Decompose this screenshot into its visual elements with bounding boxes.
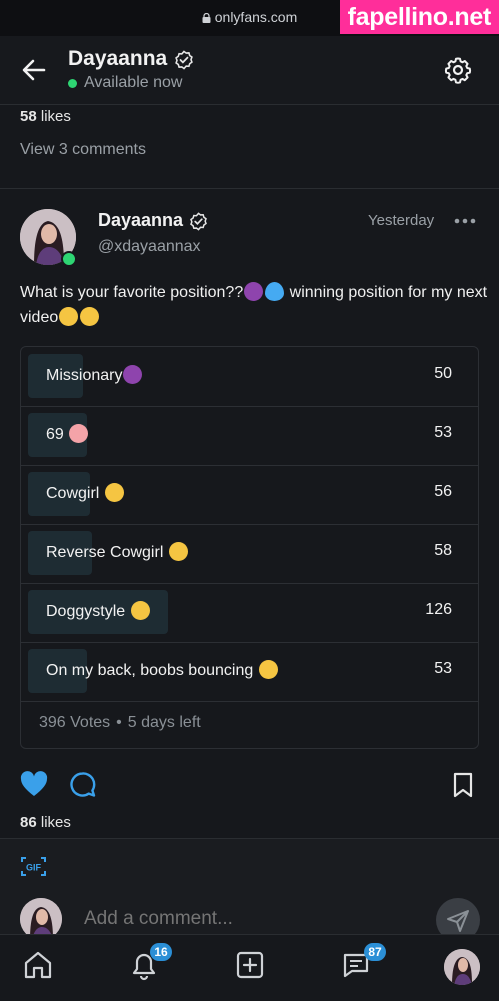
yum-emoji-icon — [59, 307, 79, 326]
post-timestamp: Yesterday — [368, 212, 435, 229]
post-author-name[interactable]: Dayaanna — [98, 210, 183, 231]
back-arrow-icon[interactable] — [20, 56, 48, 84]
post-text: What is your favorite position?? winning… — [20, 280, 490, 330]
post-likes: 86 likes — [20, 814, 71, 831]
likes-count: 58 — [20, 108, 37, 125]
sweat-droplets-emoji-icon — [265, 282, 285, 301]
poll-option[interactable]: Reverse Cowgirl 58 — [21, 524, 478, 584]
poll-footer: 396 Votes • 5 days left — [39, 714, 201, 732]
verified-badge-icon — [175, 50, 193, 70]
post-author-handle[interactable]: @xdayaannax — [98, 238, 201, 256]
heart-icon[interactable] — [20, 771, 48, 797]
poll-option-label: 69 — [46, 424, 89, 444]
divider — [0, 188, 499, 189]
messages-badge: 87 — [364, 943, 386, 961]
poll: Missionary 50 69 53 Cowgirl 56 Reverse C… — [20, 346, 479, 749]
add-post-icon[interactable] — [234, 949, 266, 981]
poll-option-votes: 56 — [434, 483, 452, 500]
likes-word: likes — [40, 108, 71, 125]
poll-option-label: On my back, boobs bouncing — [46, 660, 279, 680]
browser-status-bar: onlyfans.com fapellino.net — [0, 0, 499, 36]
poll-option-label: Missionary — [46, 365, 143, 385]
smirk-emoji-icon — [168, 542, 188, 561]
profile-avatar[interactable] — [444, 949, 480, 985]
svg-text:GIF: GIF — [26, 863, 42, 873]
comment-bubble-icon[interactable] — [69, 771, 96, 798]
bottom-navigation: 16 87 — [0, 934, 499, 1001]
separator-dot: • — [116, 714, 122, 731]
comment-input[interactable] — [82, 907, 426, 931]
poll-option-label: Doggystyle — [46, 601, 151, 621]
poll-total-votes: 396 Votes — [39, 714, 111, 731]
poll-option-votes: 58 — [434, 542, 452, 559]
post-text-part1: What is your favorite position?? — [20, 284, 244, 301]
previous-post-likes: 58 likes — [20, 108, 71, 125]
poll-option-votes: 50 — [434, 365, 452, 382]
more-options-icon[interactable] — [454, 212, 476, 230]
verified-badge-icon — [190, 212, 207, 231]
view-comments-link[interactable]: View 3 comments — [20, 141, 146, 159]
poll-option-votes: 53 — [434, 424, 452, 441]
chat-header: Dayaanna Available now — [0, 36, 499, 105]
watermark: fapellino.net — [339, 0, 499, 34]
heart-eyes-emoji-icon — [130, 601, 150, 620]
poll-option[interactable]: Cowgirl 56 — [21, 465, 478, 525]
gear-icon[interactable] — [444, 56, 472, 84]
bookmark-icon[interactable] — [452, 772, 474, 798]
poll-option-votes: 126 — [425, 601, 452, 618]
avatar-image — [444, 949, 480, 985]
poll-option[interactable]: Missionary 50 — [21, 347, 478, 407]
poll-time-left: 5 days left — [127, 714, 201, 731]
poll-option[interactable]: On my back, boobs bouncing 53 — [21, 642, 478, 702]
availability-status: Available now — [84, 74, 183, 91]
zany-face-emoji-icon — [104, 483, 124, 502]
notifications-badge: 16 — [150, 943, 172, 961]
header-title[interactable]: Dayaanna — [68, 47, 167, 71]
url-text: onlyfans.com — [214, 9, 298, 25]
home-icon[interactable] — [22, 949, 54, 981]
poll-option[interactable]: 69 53 — [21, 406, 478, 466]
peach-emoji-icon — [69, 424, 89, 443]
yum-emoji-icon — [80, 307, 100, 326]
devil-emoji-icon — [244, 282, 264, 301]
wink-emoji-icon — [258, 660, 278, 679]
online-indicator — [61, 251, 77, 267]
lock-icon — [202, 13, 211, 23]
online-indicator — [68, 79, 77, 88]
likes-word: likes — [40, 814, 71, 831]
poll-option-votes: 53 — [434, 660, 452, 677]
poll-option-label: Cowgirl — [46, 483, 125, 503]
gif-icon[interactable]: GIF — [20, 856, 47, 877]
likes-count: 86 — [20, 814, 37, 831]
poll-option-label: Reverse Cowgirl — [46, 542, 189, 562]
devil-emoji-icon — [123, 365, 143, 384]
poll-option[interactable]: Doggystyle 126 — [21, 583, 478, 643]
